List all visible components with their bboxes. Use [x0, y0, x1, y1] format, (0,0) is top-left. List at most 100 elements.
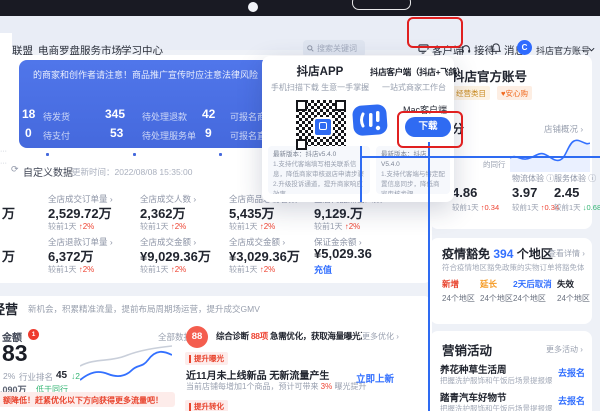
top-nav-bar: 联盟 电商罗盘 服务市场 学习中心 搜索关键词 客户端 接待 消息 C 抖店官方… — [0, 16, 600, 50]
score-trend-chart — [510, 130, 590, 172]
covid-title: 疫情豁免 394 个地区 — [442, 245, 553, 262]
cut-fragment: ··· — [0, 148, 7, 155]
diagnosis-title: 综合诊断 88项 急需优化，获取海量曝光及转化 — [216, 330, 362, 342]
popup-client-title: 抖店客户端（抖店+飞鸽） — [370, 66, 454, 78]
client-version: 最新版本：抖店V5.4.0 — [381, 150, 445, 170]
cut-metric-value: 万 — [2, 246, 15, 265]
cut-metric-value: 万 — [2, 203, 15, 222]
more-optimization-link[interactable]: 更多优化 › — [362, 331, 399, 342]
diagnosis-detail-text: 当前店铺每增加1个商品，预计可带来 3% 曝光提升 — [186, 381, 366, 392]
order-todo-icon — [43, 150, 52, 159]
app-release-notes: 最新版本：抖店v5.4.0 1.支持代客端填写相关联系信息，降低商家审核退店申请… — [268, 146, 370, 194]
popup-app-title: 抖店APP — [270, 63, 370, 79]
browser-chrome-bar — [0, 0, 600, 16]
metric-compare: 较前1天 ↑2% — [48, 221, 94, 232]
info-icon: ⓘ — [588, 174, 596, 183]
metric-compare: 较前1天 ↑2% — [229, 264, 275, 275]
todo-label[interactable]: 待发货 — [43, 110, 70, 123]
covid-stat-value: 24个地区 — [442, 293, 475, 304]
marketing-todo-icon — [216, 150, 225, 159]
client-release-notes: 最新版本：抖店V5.4.0 1.支持代客端与特定配置信息同步，降低商家审核步骤 — [376, 146, 450, 194]
cut-fragment: ··· — [0, 160, 7, 167]
diagnosis-issue-text: 近11月未上线新品 无新流量产生 — [186, 367, 329, 382]
search-icon — [307, 45, 314, 52]
conversion-tag: 提升转化 — [185, 400, 228, 411]
bell-icon — [491, 43, 501, 54]
rank-value: 45 — [56, 370, 67, 381]
peer-comparison-text: 的同行 — [483, 159, 506, 170]
popup-app-subtitle: 手机扫描下载 生意一手掌握 — [264, 82, 376, 93]
todo-value[interactable]: 9 — [205, 126, 212, 140]
metric-value: ¥9,029.36万 — [140, 246, 211, 265]
chevron-down-icon[interactable] — [588, 47, 595, 52]
todo-value[interactable]: 53 — [110, 126, 123, 140]
popup-client-subtitle: 一站式商家工作台 — [376, 82, 452, 93]
business-subtitle: 新机会，积累精准流量，提前布局周期场运营，提升成交GMV — [28, 303, 260, 315]
signup-button[interactable]: 去报名 — [558, 394, 585, 407]
alert-text: 额降低！赶紧优化以下方向获得更多流量吧！ — [3, 395, 163, 406]
annotation-box-download — [397, 111, 463, 148]
campaign-title[interactable]: 踏青汽车好物节 — [440, 390, 507, 404]
covid-stat-value: 24个地区 — [480, 293, 513, 304]
service-score-value: 2.45 — [554, 185, 579, 200]
alert-count-badge: 1 — [28, 329, 39, 340]
qr-finder — [296, 139, 307, 150]
metric-value: 2,362万 — [140, 203, 186, 222]
metric-value: 2,529.72万 — [48, 203, 112, 222]
doudian-client-logo — [351, 101, 391, 141]
todo-cut-value: 0 — [25, 126, 32, 140]
todo-value[interactable]: 345 — [105, 107, 125, 121]
metric-value: ¥3,029.36万 — [229, 246, 300, 265]
metric-value: ¥5,029.36 — [314, 246, 372, 261]
metric-value: 5,435万 — [229, 203, 275, 222]
list-new-product-button[interactable]: 立即上新 — [356, 371, 394, 385]
section-aftersale-todo: 售后待办 — [142, 148, 182, 163]
campaign-title[interactable]: 养花种草生活周 — [440, 362, 507, 376]
app-version: 最新版本：抖店v5.4.0 — [273, 150, 365, 160]
annotation-line-horizontal — [360, 156, 600, 158]
client-notes-text: 1.支持代客端与特定配置信息同步，降低商家审核步骤 — [381, 170, 445, 194]
refresh-icon[interactable]: ⟳ — [11, 164, 19, 175]
recharge-link[interactable]: 充值 — [314, 263, 332, 276]
qr-center-logo — [313, 117, 333, 137]
annotation-line-vertical-download — [428, 142, 430, 411]
todo-label[interactable]: 待处理服务单 — [142, 129, 196, 142]
metric-value: 9,129.万 — [314, 203, 363, 222]
rank-label: 行业排名 — [19, 371, 53, 383]
chrome-circle-icon — [248, 2, 258, 12]
marketing-title: 营销活动 — [442, 340, 492, 359]
announcement-text[interactable]: 的商家和创作者请注意！商品推广宣传时应注意法律风险，一起学习吧！ — [33, 68, 258, 81]
account-avatar[interactable]: C — [517, 40, 532, 55]
dashboard-screen: 联盟 电商罗盘 服务市场 学习中心 搜索关键词 客户端 接待 消息 C 抖店官方… — [0, 0, 600, 411]
covid-subtitle: 符合疫情地区豁免政策的实物订单将豁免体验分考核 — [442, 262, 584, 273]
metric-value: 6,372万 — [48, 246, 94, 265]
qr-finder — [296, 100, 307, 111]
signup-button[interactable]: 去报名 — [558, 366, 585, 379]
todo-cut-value: 18 — [22, 107, 35, 121]
updated-time: 更新时间：2022/08/08 15:35:00 — [72, 166, 193, 178]
exposure-tag: 提升曝光 — [185, 352, 228, 365]
main-score-value: 4.86 — [452, 185, 477, 200]
section-order-todo: 订单待办 — [55, 148, 95, 163]
todo-label[interactable]: 待处理退款 — [142, 110, 187, 123]
service-score-change: 较前1天 ↓0.68 — [554, 202, 600, 213]
metric-compare: 较前1天 ↑2% — [229, 221, 275, 232]
logistics-score-change: 较前1天 ↑0.34 — [512, 202, 559, 213]
main-score-change: 较前1天 ↑0.34 — [452, 202, 499, 213]
todo-label[interactable]: 待支付 — [43, 129, 70, 142]
secure-purchase-badge: ♥安心购 — [497, 86, 532, 100]
metric-compare: 较前1天 ↑2% — [314, 221, 360, 232]
covid-detail-link[interactable]: 查看详情 › — [548, 248, 585, 259]
custom-data-toggle[interactable]: 自定义数据 — [23, 164, 73, 179]
metric-compare: 较前1天 ↑2% — [140, 264, 186, 275]
more-campaigns-link[interactable]: 更多活动 › — [546, 344, 583, 355]
pct-fragment: 2% — [3, 371, 15, 381]
logistics-score-value: 3.97 — [512, 185, 537, 200]
headset-icon — [461, 44, 471, 54]
covid-stat-value: 24个地区 — [557, 293, 590, 304]
todo-value[interactable]: 42 — [202, 107, 215, 121]
search-placeholder: 搜索关键词 — [317, 43, 357, 54]
campaign-desc: 把握洗护服饰和午饭后场景提报爆款抢占流量预算 — [440, 403, 552, 411]
metric-compare: 较前1天 ↑2% — [48, 264, 94, 275]
diagnosis-score-badge: 88 — [186, 326, 208, 348]
